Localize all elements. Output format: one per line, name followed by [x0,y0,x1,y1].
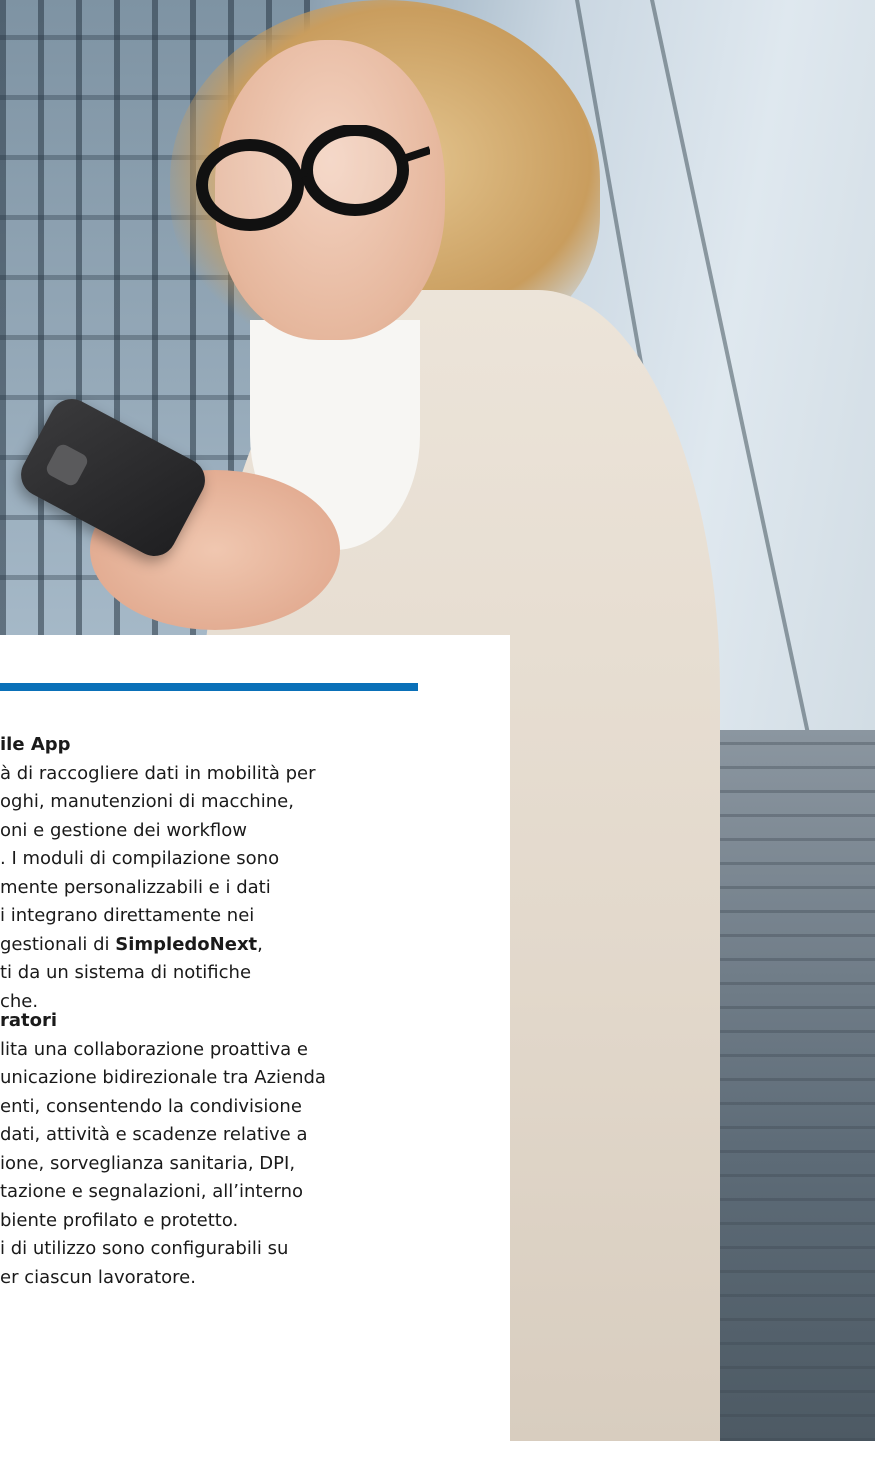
paragraph-line: ione, sorveglianza sanitaria, DPI, [0,1152,296,1174]
section-heading: ratori [0,1010,58,1031]
paragraph-line: oni e gestione dei workflow [0,819,247,841]
accent-bar [0,683,418,691]
paragraph-line: dati, attività e scadenze relative a [0,1124,308,1145]
paragraph-line: i integrano direttamente nei [0,905,255,926]
paragraph-line: i di utilizzo sono configurabili su [0,1238,289,1259]
paragraph-line: enti, consentendo la condivisione [0,1095,302,1117]
paragraph-line: lita una collaborazione proattiva e [0,1038,308,1060]
paragraph-line: unicazione bidirezionale tra Azienda [0,1067,326,1088]
paragraph-line: ti da un sistema di notifiche [0,962,252,983]
brand-name: SimpledoNext [115,933,258,955]
brand-suffix: , [257,933,263,955]
paragraph-line: mente personalizzabili e i dati [0,876,271,898]
paragraph-line: er ciascun lavoratore. [0,1266,196,1288]
paragraph-line: à di raccogliere dati in mobilità per [0,762,316,784]
paragraph-line: biente profilato e protetto. [0,1209,239,1231]
section-lavoratori: ratori lita una collaborazione proattiva… [0,1007,470,1292]
paragraph-line: tazione e segnalazioni, all’interno [0,1181,304,1202]
paragraph-line: . I moduli di compilazione sono [0,848,280,869]
section-heading: ile App [0,734,71,755]
paragraph-text: gestionali di [0,933,116,955]
section-mobile-app: ile App à di raccogliere dati in mobilit… [0,731,470,1016]
eyeglasses-icon [196,125,430,231]
paragraph-line-brand: gestionali di SimpledoNext, [0,931,470,960]
paragraph-line: oghi, manutenzioni di macchine, [0,791,294,812]
